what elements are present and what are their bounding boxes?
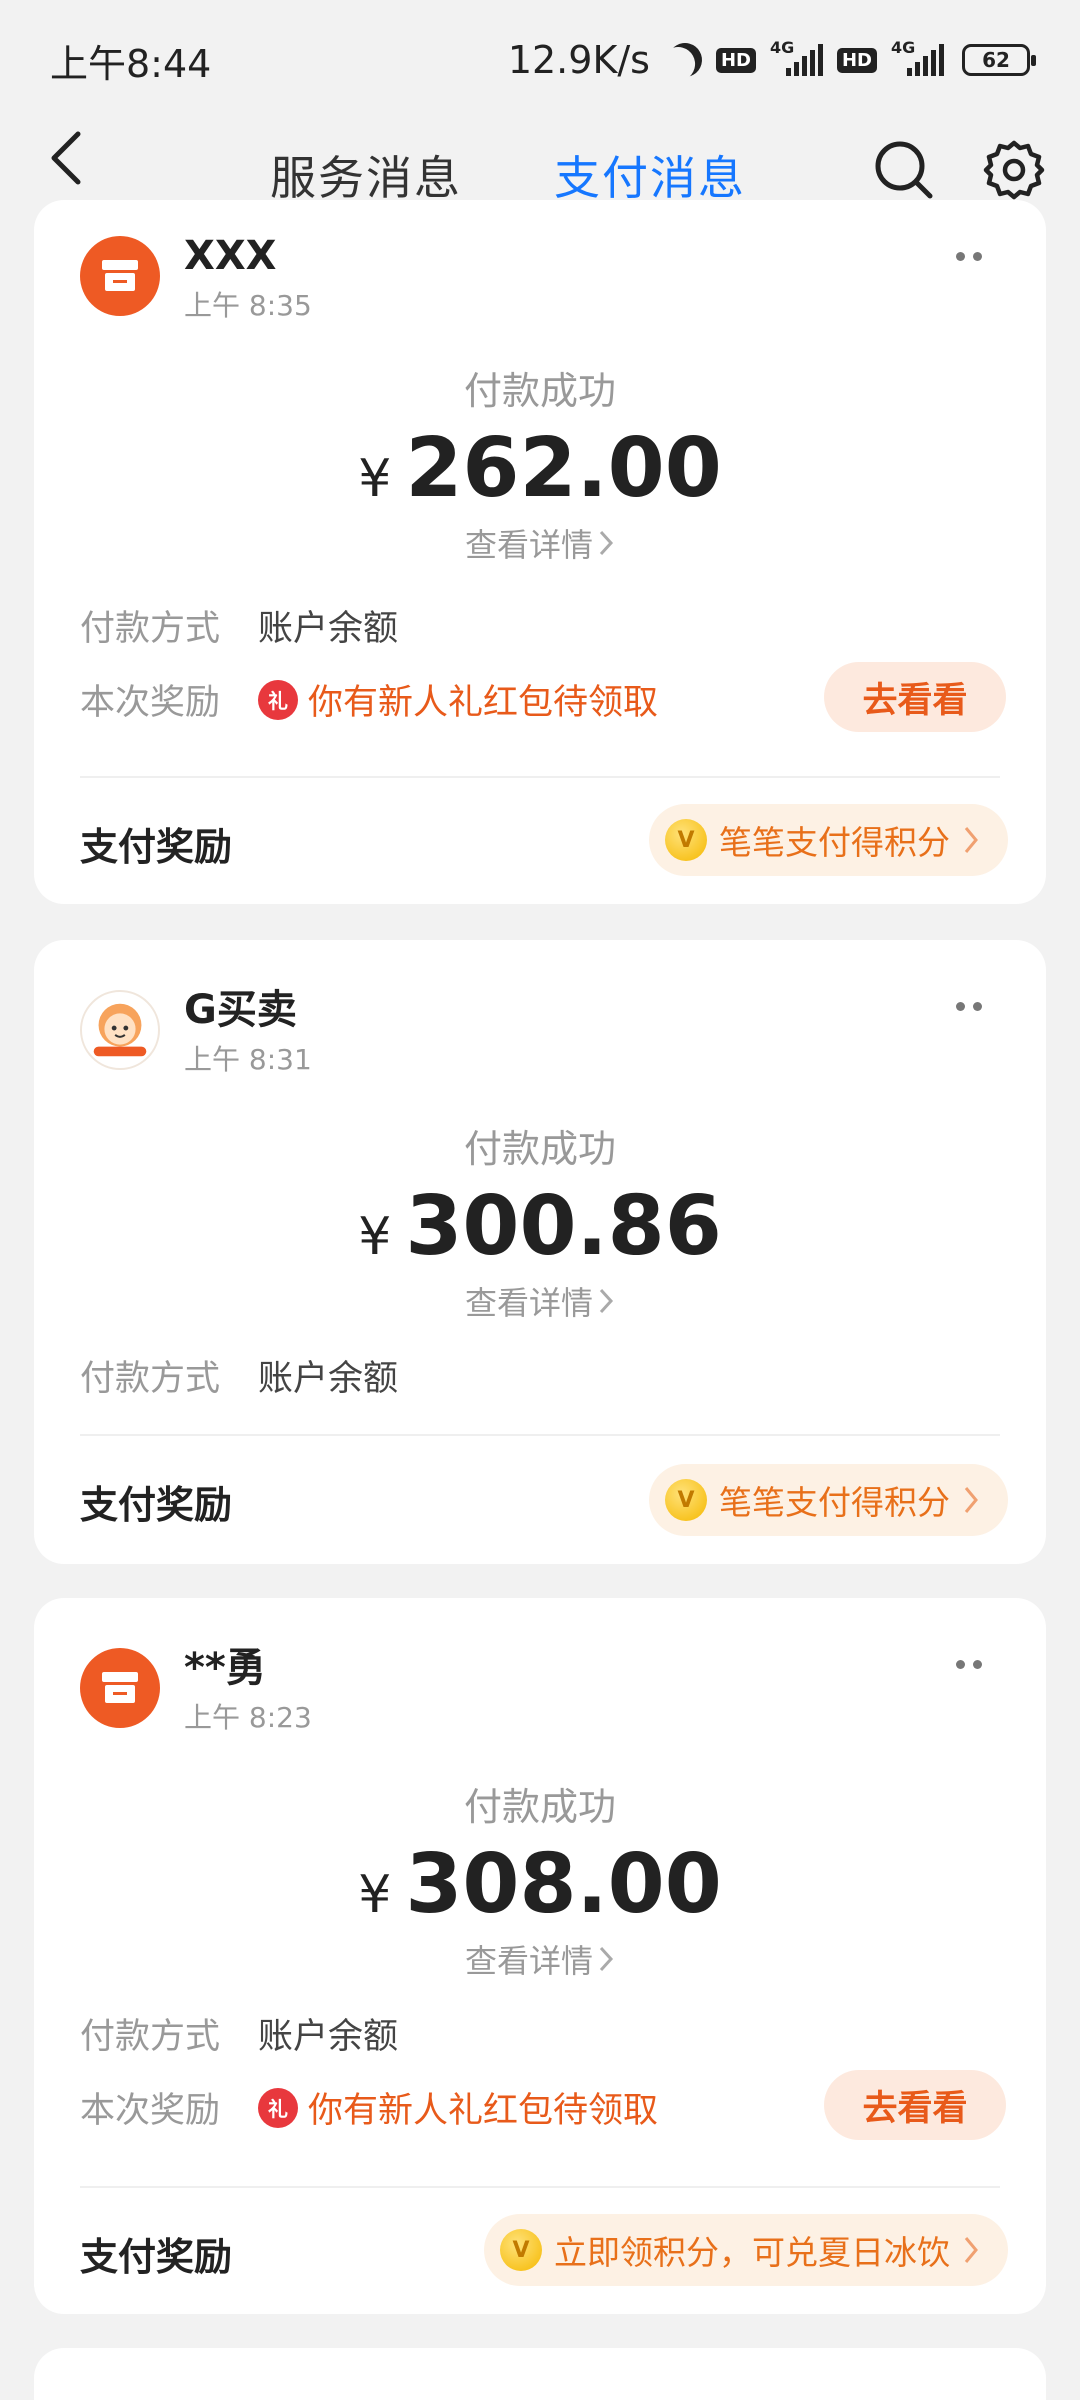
payment-method-row: 付款方式 账户余额 [80,600,398,651]
payment-method-row: 付款方式 账户余额 [80,2008,398,2059]
reward-text: 你有新人礼红包待领取 [308,2091,659,2131]
status-time: 上午8:44 [50,41,212,86]
points-pill[interactable]: V 笔笔支付得积分 [649,804,1008,876]
message-time: 上午 8:31 [184,1043,312,1076]
payment-status: 付款成功 [463,1127,616,1171]
currency-symbol: ¥ [358,1207,392,1267]
payment-card[interactable]: G买卖 上午 8:31 付款成功 ¥300.86 查看详情 付款方式 账户余额 … [34,940,1046,1564]
divider [80,2186,1000,2188]
method-value: 账户余额 [258,609,399,649]
points-pill[interactable]: V 立即领积分，可兑夏日冰饮 [484,2214,1008,2286]
amount-value: 308.00 [405,1837,722,1932]
chevron-right-icon [964,2237,978,2263]
red-packet-icon: 礼 [258,679,298,720]
chevron-right-icon [599,1288,614,1314]
message-time: 上午 8:23 [184,1701,312,1734]
merchant-header: **勇 上午 8:23 [80,1645,312,1736]
points-pill-label: 立即领积分，可兑夏日冰饮 [554,2233,950,2272]
view-details-label: 查看详情 [464,1284,593,1322]
payment-summary: 付款成功 ¥308.00 查看详情 [34,1776,1046,1982]
payment-amount: ¥308.00 [34,1837,1046,1932]
merchant-avatar [80,990,160,1070]
payment-status: 付款成功 [463,369,616,413]
method-label: 付款方式 [80,2017,221,2057]
more-button[interactable] [956,1660,982,1669]
battery-level: 62 [982,48,1010,72]
search-icon [875,141,933,199]
payment-amount: ¥262.00 [34,421,1046,516]
view-details-label: 查看详情 [464,1942,593,1980]
status-bar: 上午8:44 12.9K/s HD 4G HD 4G 62 [0,0,1080,120]
red-packet-icon: 礼 [258,2087,298,2128]
battery-icon: 62 [962,44,1036,76]
method-label: 付款方式 [80,1359,221,1399]
reward-label: 本次奖励 [80,2091,221,2131]
amount-value: 300.86 [405,1179,722,1274]
payment-summary: 付款成功 ¥300.86 查看详情 [34,1118,1046,1324]
view-details-link[interactable]: 查看详情 [465,1278,615,1324]
view-details-label: 查看详情 [464,526,593,564]
signal-icon-2: 4G [891,38,944,76]
divider [80,1434,1000,1436]
moon-icon [662,37,708,83]
reward-row: 本次奖励 礼你有新人礼红包待领取 [80,674,658,725]
status-icons: 12.9K/s HD 4G HD 4G 62 [507,37,1036,83]
chevron-right-icon [964,827,978,853]
search-button[interactable] [864,130,944,210]
payment-card[interactable]: **勇 上午 8:23 付款成功 ¥308.00 查看详情 付款方式 账户余额 … [34,1598,1046,2314]
method-value: 账户余额 [258,1359,399,1399]
shop-icon [80,236,160,316]
merchant-header: G买卖 上午 8:31 [80,987,312,1078]
network-type-2: 4G [891,38,916,57]
payment-summary: 付款成功 ¥262.00 查看详情 [34,360,1046,566]
coin-icon: V [665,819,707,861]
chevron-right-icon [599,530,614,556]
payment-card[interactable]: XXX 上午 8:35 付款成功 ¥262.00 查看详情 付款方式 账户余额 … [34,200,1046,904]
signal-icon: 4G [770,38,823,76]
payment-amount: ¥300.86 [34,1179,1046,1274]
reward-label: 本次奖励 [80,683,221,723]
reward-text: 你有新人礼红包待领取 [308,683,659,723]
points-pill[interactable]: V 笔笔支付得积分 [649,1464,1008,1536]
points-pill-label: 笔笔支付得积分 [719,1483,950,1522]
merchant-header: XXX 上午 8:35 [80,233,312,324]
amount-value: 262.00 [405,421,722,516]
method-value: 账户余额 [258,2017,399,2057]
divider [80,776,1000,778]
more-button[interactable] [956,1002,982,1011]
currency-symbol: ¥ [358,449,392,509]
points-pill-label: 笔笔支付得积分 [719,823,950,862]
message-time: 上午 8:35 [184,289,312,322]
go-see-button[interactable]: 去看看 [824,2070,1006,2140]
shop-icon [80,1648,160,1728]
view-details-link[interactable]: 查看详情 [465,1936,615,1982]
hd-badge-2: HD [836,47,877,73]
back-button[interactable] [46,128,86,185]
pay-reward-label: 支付奖励 [80,1483,233,1527]
view-details-link[interactable]: 查看详情 [465,520,615,566]
reward-row: 本次奖励 礼你有新人礼红包待领取 [80,2082,658,2133]
currency-symbol: ¥ [358,1865,392,1925]
merchant-name: G买卖 [184,987,297,1033]
hd-badge: HD [715,47,756,73]
network-type: 4G [769,38,795,57]
network-speed: 12.9K/s [507,38,650,82]
payment-card[interactable] [34,2348,1046,2400]
more-button[interactable] [956,252,982,261]
payment-method-row: 付款方式 账户余额 [80,1350,398,1401]
pay-reward-label: 支付奖励 [80,825,233,869]
coin-icon: V [500,2229,542,2271]
chevron-right-icon [964,1487,978,1513]
gear-icon [983,140,1045,200]
back-icon [51,131,81,185]
merchant-name: **勇 [184,1645,266,1691]
chevron-right-icon [599,1946,614,1972]
merchant-name: XXX [184,233,277,279]
pay-reward-label: 支付奖励 [80,2235,233,2279]
method-label: 付款方式 [80,609,221,649]
payment-status: 付款成功 [463,1785,616,1829]
go-see-button[interactable]: 去看看 [824,662,1006,732]
settings-button[interactable] [974,130,1054,210]
coin-icon: V [665,1479,707,1521]
